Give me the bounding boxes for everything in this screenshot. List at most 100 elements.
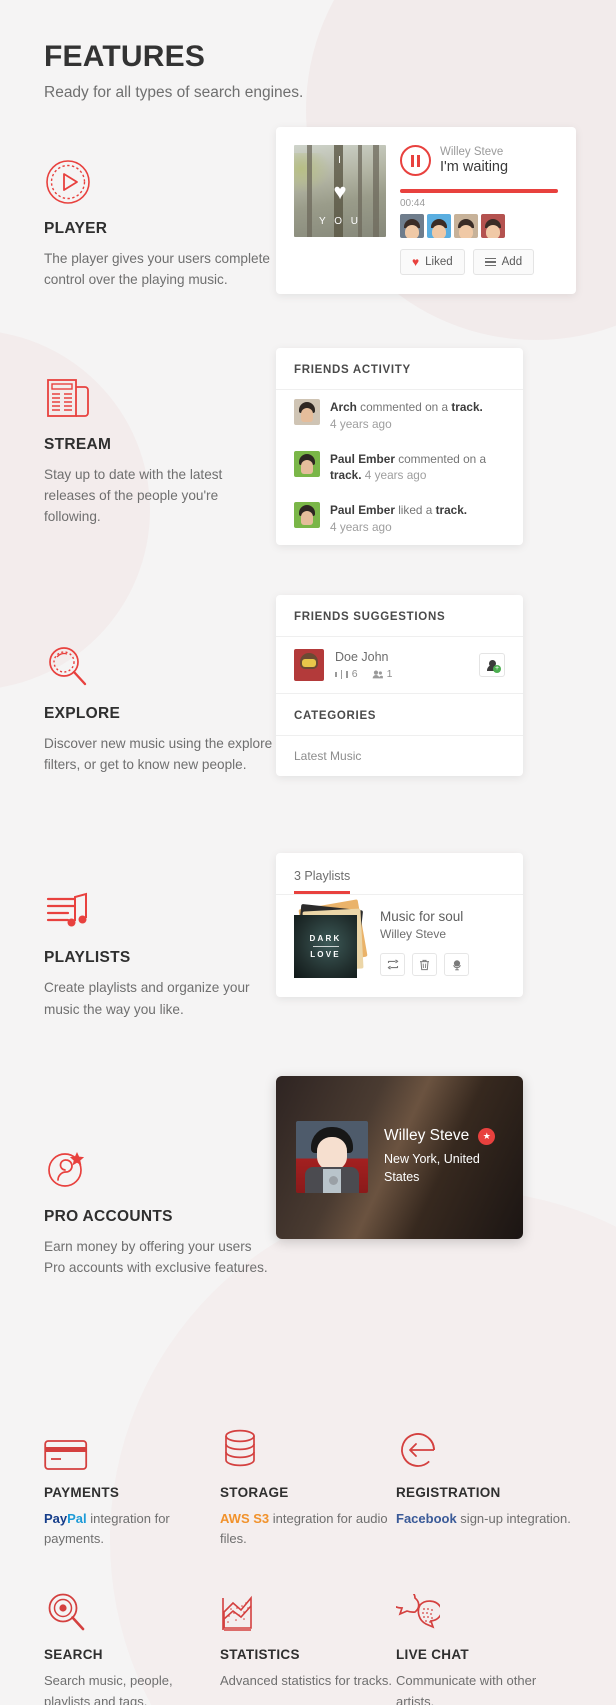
grid-title: PAYMENTS (44, 1484, 120, 1500)
cover-text-bottom: LOVE (310, 950, 341, 960)
feature-desc: Discover new music using the explore fil… (44, 736, 273, 773)
grid-cell-statistics: STATISTICS Advanced statistics for track… (220, 1588, 396, 1705)
friends-activity-card: FRIENDS ACTIVITY Arch commented on a tra… (276, 348, 523, 545)
grid-cell-registration: REGISTRATION Facebook sign-up integratio… (396, 1426, 572, 1551)
grid-title: REGISTRATION (396, 1484, 501, 1500)
feature-text-stream: STREAM Stay up to date with the latest r… (44, 370, 276, 527)
feature-title: EXPLORE (44, 705, 121, 723)
playlists-card: 3 Playlists DARK LOVE Music for soul Wil… (276, 853, 523, 998)
cover-line-2: Y O U (318, 216, 362, 227)
card-heading: FRIENDS SUGGESTIONS (276, 595, 523, 638)
player-progress-bar[interactable] (400, 189, 558, 193)
database-icon (220, 1426, 396, 1472)
playlist-name[interactable]: Music for soul (380, 909, 505, 924)
avatar (294, 450, 320, 477)
avatar (294, 399, 320, 426)
avatar[interactable] (454, 214, 478, 238)
activity-item[interactable]: Arch commented on a track. 4 years ago (276, 390, 523, 442)
activity-item[interactable]: Paul Ember commented on a track. 4 years… (276, 442, 523, 494)
brand-aws-s3: AWS S3 (220, 1510, 270, 1526)
category-item[interactable]: Latest Music (276, 736, 523, 776)
pro-card-wrap: Willey Steve ★ New York, United States (276, 1075, 616, 1278)
list-icon (484, 256, 496, 269)
grid-cell-storage: STORAGE AWS S3 integration for audio fil… (220, 1426, 396, 1551)
pro-star-badge: ★ (478, 1127, 496, 1145)
grid-desc-rest: sign-up integration. (456, 1510, 571, 1526)
trash-icon[interactable] (412, 953, 437, 977)
activity-target: track. (435, 503, 468, 518)
avatar[interactable] (427, 214, 451, 238)
grid-desc: PayPal integration for payments. (44, 1509, 220, 1551)
star-user-icon (44, 1142, 276, 1194)
feature-desc: Earn money by offering your users Pro ac… (44, 1238, 268, 1275)
grid-desc: Facebook sign-up integration. (396, 1509, 572, 1530)
player-track-title: I'm waiting (440, 159, 509, 175)
playlist-note-icon (44, 883, 276, 935)
playlists-tabs: 3 Playlists (276, 853, 523, 895)
activity-user: Paul Ember (330, 451, 395, 466)
feature-title: STREAM (44, 436, 112, 454)
chat-bubbles-icon (396, 1588, 572, 1634)
pause-button[interactable] (400, 145, 431, 176)
page-header: FEATURES Ready for all types of search e… (0, 0, 616, 102)
playlist-cover[interactable]: DARK LOVE (294, 899, 368, 981)
album-cover: I ♥ Y O U (294, 145, 386, 237)
people-icon (372, 670, 383, 679)
add-to-playlist-button[interactable]: Add (472, 249, 535, 275)
grid-desc: AWS S3 integration for audio files. (220, 1509, 396, 1551)
player-artist: Willey Steve (440, 146, 504, 158)
stream-card-wrap: FRIENDS ACTIVITY Arch commented on a tra… (276, 348, 616, 545)
pro-account-card[interactable]: Willey Steve ★ New York, United States (276, 1075, 523, 1239)
avatar[interactable] (481, 214, 505, 238)
grid-title: STORAGE (220, 1484, 289, 1500)
grid-title: LIVE CHAT (396, 1647, 469, 1663)
heart-icon: ♥ (333, 179, 347, 204)
grid-desc: Advanced statistics for tracks. (220, 1673, 392, 1689)
brand-paypal-pay: Pay (44, 1510, 68, 1526)
activity-target: track. (451, 400, 483, 415)
explore-card-wrap: FRIENDS SUGGESTIONS Doe John 6 1 + CATEG… (276, 595, 616, 777)
features-page: FEATURES Ready for all types of search e… (0, 0, 616, 1705)
activity-user: Paul Ember (330, 503, 395, 518)
activity-action: commented on a (398, 451, 487, 466)
feature-text-playlists: PLAYLISTS Create playlists and organize … (44, 883, 276, 1019)
heart-icon: ♥ (412, 255, 420, 269)
add-button-label: Add (501, 256, 523, 268)
player-card-wrap: I ♥ Y O U Willey Steve I'm waiting 00:44… (276, 127, 616, 294)
feature-row-playlists: PLAYLISTS Create playlists and organize … (0, 853, 616, 1019)
categories-heading: CATEGORIES (276, 693, 523, 737)
newspaper-icon (44, 370, 276, 422)
repost-icon[interactable] (380, 953, 405, 977)
page-title: FEATURES (44, 40, 206, 73)
liked-button[interactable]: ♥ Liked (400, 249, 465, 275)
activity-time: 4 years ago (364, 468, 427, 483)
activity-item[interactable]: Paul Ember liked a track. 4 years ago (276, 493, 523, 545)
player-card: I ♥ Y O U Willey Steve I'm waiting 00:44… (276, 127, 576, 294)
feature-row-player: PLAYER The player gives your users compl… (0, 127, 616, 294)
brand-paypal-pal: Pal (67, 1510, 87, 1526)
player-listener-avatars (400, 214, 558, 238)
microphone-icon[interactable] (444, 953, 469, 977)
feature-title: PLAYER (44, 220, 108, 237)
liked-button-label: Liked (425, 256, 453, 268)
add-user-icon[interactable]: + (479, 653, 505, 678)
feature-desc: Create playlists and organize your music… (44, 980, 250, 1017)
grid-desc: Communicate with other artists. (396, 1673, 537, 1705)
follower-count: 1 (372, 668, 392, 680)
credit-card-icon (44, 1426, 220, 1472)
feature-row-stream: STREAM Stay up to date with the latest r… (0, 348, 616, 545)
playlist-owner[interactable]: Willey Steve (380, 927, 505, 941)
play-circle-icon (44, 154, 276, 206)
activity-target: track. (330, 468, 362, 483)
suggestion-item[interactable]: Doe John 6 1 + (276, 637, 523, 693)
avatar[interactable] (400, 214, 424, 238)
feature-text-pro-accounts: PRO ACCOUNTS Earn money by offering your… (44, 1142, 276, 1278)
card-heading: FRIENDS ACTIVITY (276, 348, 523, 391)
playlist-item: DARK LOVE Music for soul Willey Steve (276, 894, 523, 997)
search-eye-icon (44, 1588, 220, 1634)
feature-title: PRO ACCOUNTS (44, 1207, 173, 1225)
feature-desc: Stay up to date with the latest releases… (44, 467, 223, 525)
activity-time: 4 years ago (330, 416, 392, 431)
brand-facebook: Facebook (396, 1510, 457, 1526)
statistics-chart-icon (220, 1588, 396, 1634)
